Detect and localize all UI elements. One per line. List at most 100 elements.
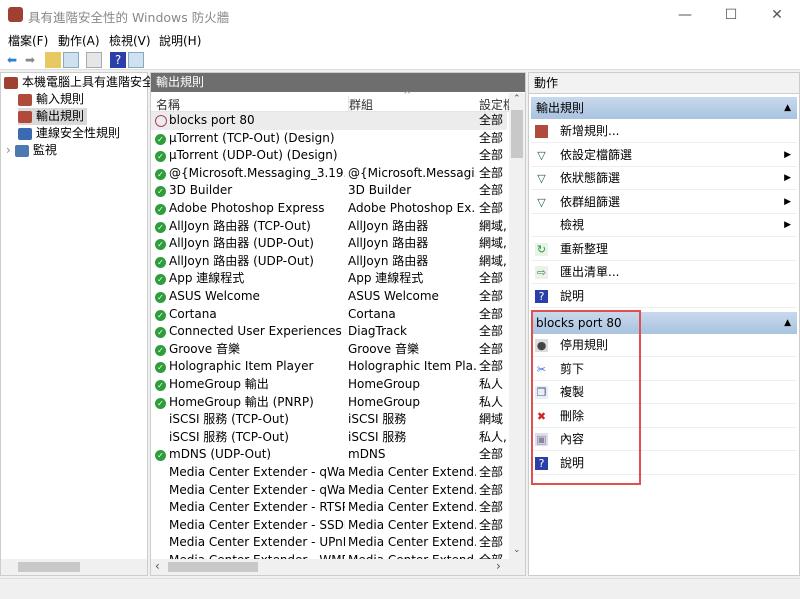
up-folder-icon[interactable] [45,52,61,68]
scroll-up-icon[interactable]: ⌃ [513,94,521,104]
scrollbar-thumb[interactable] [168,562,258,572]
action-item[interactable]: ? 說明 [531,285,797,308]
table-row[interactable]: ✓ µTorrent (TCP-Out) (Design) 全部 [151,130,507,148]
enabled-check-icon: ✓ [155,274,166,286]
navigation-tree: 本機電腦上具有進階安全 輸入規則 輸出規則 連線安全性規則 › 監視 [0,72,154,576]
tree-item-inbound-rules[interactable]: 輸入規則 [18,91,84,108]
menu-action[interactable]: 動作(A) [58,32,100,49]
rule-profile: 全部 [479,482,504,497]
rule-profile: 全部 [479,148,504,163]
column-group[interactable]: 群組 [348,96,373,113]
section-header-outbound-rules[interactable]: 輸出規則 ▲ [531,97,797,119]
rule-name: App 連線程式 [169,271,245,286]
action-label: 檢視 [560,218,585,232]
submenu-arrow-icon: ▶ [784,173,791,183]
enabled-check-icon: ✓ [155,380,166,391]
firewall-icon [8,7,23,22]
table-row[interactable]: ✓ Adobe Photoshop Express Adobe Photoshop … [151,200,507,218]
rule-name: Media Center Extender - RTSP ... [169,500,345,515]
table-row[interactable]: ✓AllJoyn 路由器 (TCP-Out) AllJoyn 路由器 網域, ... [151,218,507,236]
table-row[interactable]: ✓ µTorrent (UDP-Out) (Design) 全部 [151,147,507,165]
menu-help[interactable]: 說明(H) [159,32,201,49]
table-row[interactable]: ✓ ASUS Welcome ASUS Welcome 全部 [151,288,507,306]
rule-name: iSCSI 服務 (TCP-Out) [169,412,289,427]
rule-name: AllJoyn 路由器 (TCP-Out) [169,218,311,233]
table-row[interactable]: ✓AllJoyn 路由器 (UDP-Out) AllJoyn 路由器 網域, ... [151,253,507,271]
forward-icon[interactable]: ➡ [22,52,38,68]
rule-name: AllJoyn 路由器 (UDP-Out) [169,253,314,268]
section-title: 輸出規則 [536,101,585,115]
close-button[interactable]: ✕ [754,0,800,30]
action-item[interactable]: ▽ 依群組篩選 ▶ [531,191,797,214]
enabled-check-icon: ✓ [155,327,166,339]
vertical-scrollbar[interactable]: ⌃ ⌄ [509,93,525,560]
rule-group: HomeGroup [348,394,420,409]
action-label: 依設定檔篩選 [560,147,633,162]
expand-chevron-icon[interactable]: › [6,143,11,157]
column-name[interactable]: 名稱 [156,96,180,113]
collapse-icon[interactable]: ▲ [784,312,791,334]
scroll-left-icon[interactable]: ‹ [155,559,160,573]
rule-name: AllJoyn 路由器 (UDP-Out) [169,236,314,251]
table-row[interactable]: ✓@{Microsoft.Messaging_3.19.1...@{Micros… [151,165,507,183]
show-hide-action-pane-icon[interactable] [128,52,144,68]
table-row[interactable]: ✓ HomeGroup 輸出 HomeGroup 私人 [151,376,507,394]
table-row[interactable]: Media Center Extender - SSDP ...Media Ce… [151,517,507,535]
help-icon[interactable]: ? [110,52,126,68]
rule-name: @{Microsoft.Messaging_3.19.1... [169,165,345,180]
table-row[interactable]: ✓ mDNS (UDP-Out) mDNS 全部 [151,446,507,464]
table-row[interactable]: ✓ Groove 音樂 Groove 音樂 全部 [151,341,507,359]
menu-view[interactable]: 檢視(V) [109,32,151,49]
horizontal-scrollbar[interactable]: ‹ › [151,559,525,575]
show-hide-tree-icon[interactable] [63,52,79,68]
minimize-button[interactable]: — [662,0,708,30]
action-item[interactable]: 新增規則... [531,120,797,143]
maximize-button[interactable]: ☐ [708,0,754,30]
table-row[interactable]: Media Center Extender - WMD...Media Cent… [151,552,507,559]
rule-group: iSCSI 服務 [348,429,407,444]
export-list-icon[interactable] [86,52,102,68]
table-row[interactable]: ✓ HomeGroup 輸出 (PNRP) HomeGroup 私人 [151,394,507,412]
table-row[interactable]: Media Center Extender - RTSP ... Media Ce… [151,499,507,517]
back-icon[interactable]: ⬅ [4,52,20,68]
table-row[interactable]: ✓ App 連線程式 App 連線程式 全部 [151,270,507,288]
scroll-down-icon[interactable]: ⌄ [513,545,521,555]
table-row[interactable]: Media Center Extender - qWav... Media Cen… [151,464,507,482]
tree-item-connection-security-rules[interactable]: 連線安全性規則 [18,125,120,142]
tree-label: 連線安全性規則 [36,126,121,140]
table-row[interactable]: Media Center Extender - qWav... Media Cen… [151,482,507,500]
action-item[interactable]: ↻ 重新整理 [531,238,797,261]
tree-horizontal-scrollbar[interactable] [1,559,147,575]
action-item[interactable]: ⇨ 匯出清單... [531,261,797,284]
tree-root[interactable]: 本機電腦上具有進階安全 [4,74,154,91]
column-profile[interactable]: 設定檔 [479,96,509,113]
rule-name: Cortana [169,306,217,321]
tree-item-monitoring[interactable]: › 監視 [6,142,57,159]
table-row[interactable]: ✓ Cortana Cortana 全部 [151,306,507,324]
collapse-icon[interactable]: ▲ [784,97,791,119]
tree-item-outbound-rules[interactable]: 輸出規則 [18,108,88,125]
table-row[interactable]: ✓ Holographic Item Player Holographic Item… [151,358,507,376]
table-row[interactable]: ✓ 3D Builder 3D Builder 全部 [151,182,507,200]
action-item[interactable]: 檢視 ▶ [531,214,797,237]
scrollbar-thumb[interactable] [511,110,523,158]
scrollbar-thumb[interactable] [18,562,80,572]
rule-profile: 網域, ... [479,253,507,268]
action-item[interactable]: ▽ 依狀態篩選 ▶ [531,167,797,190]
table-row[interactable]: iSCSI 服務 (TCP-Out) iSCSI 服務 私人, ... [151,429,507,447]
action-item[interactable]: ▽ 依設定檔篩選 ▶ [531,144,797,167]
table-row[interactable]: ✓AllJoyn 路由器 (UDP-Out) AllJoyn 路由器 網域, ... [151,235,507,253]
status-bar [0,578,800,599]
monitor-icon [14,144,29,157]
table-row[interactable]: Media Center Extender - UPnP ...Media Ce… [151,534,507,552]
scroll-right-icon[interactable]: › [496,559,501,573]
rule-name: ASUS Welcome [169,289,260,303]
table-row[interactable]: blocks port 80 全部 [151,112,507,130]
submenu-arrow-icon: ▶ [784,220,791,230]
table-row[interactable]: iSCSI 服務 (TCP-Out) iSCSI 服務 網域 [151,411,507,429]
rule-profile: 全部 [479,289,504,303]
submenu-arrow-icon: ▶ [784,149,791,160]
enabled-check-icon: ✓ [155,221,166,233]
menu-file[interactable]: 檔案(F) [8,32,48,49]
table-row[interactable]: ✓Connected User Experiences an...DiagTra… [151,323,507,341]
